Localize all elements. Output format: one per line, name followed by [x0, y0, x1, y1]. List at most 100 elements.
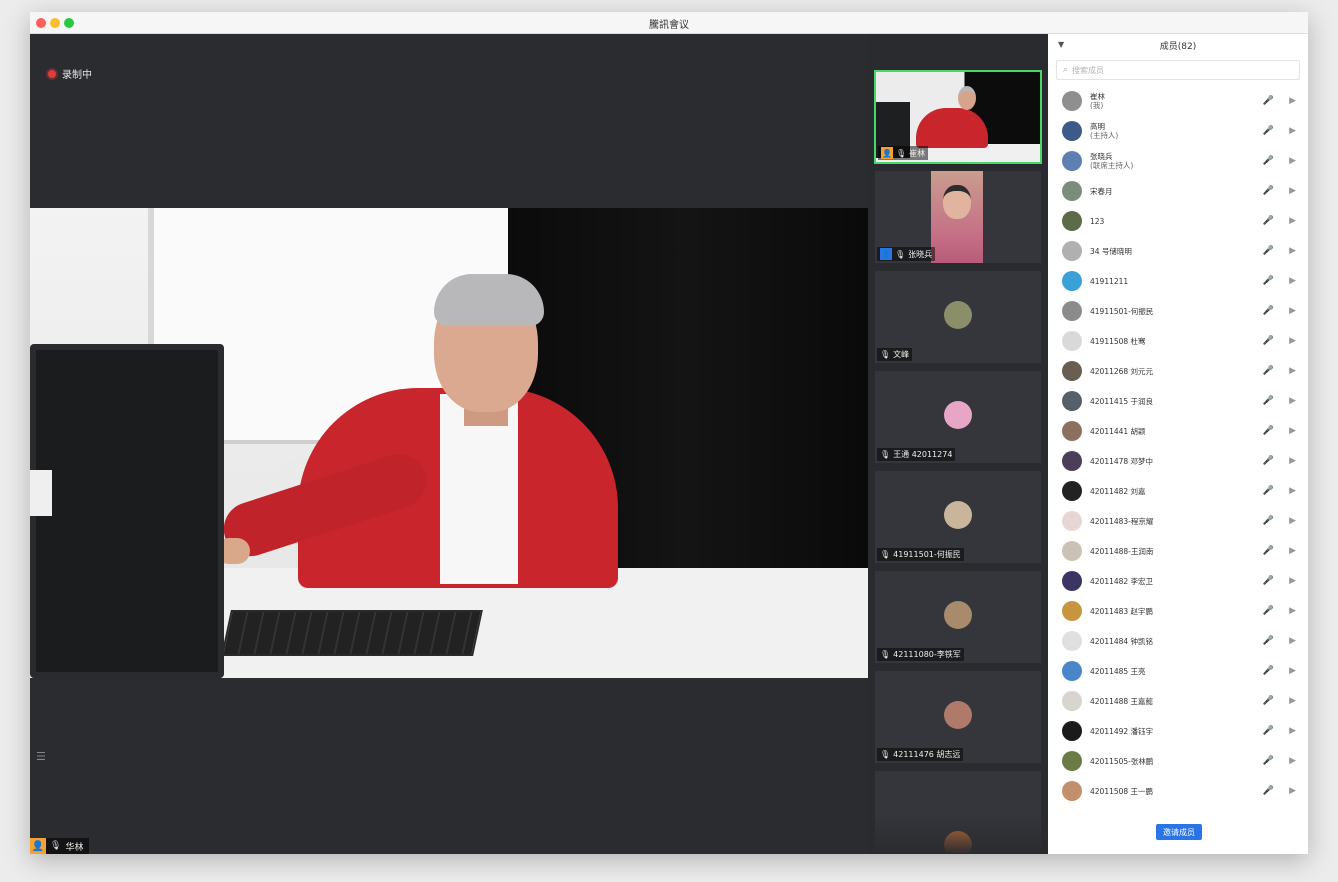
- member-search[interactable]: ⌕: [1056, 60, 1300, 80]
- camera-icon[interactable]: ▶: [1289, 396, 1296, 406]
- mic-muted-icon[interactable]: 🎤: [1263, 546, 1274, 556]
- video-tile-5[interactable]: 🎙 41911501-何振民: [874, 470, 1042, 564]
- camera-icon[interactable]: ▶: [1289, 156, 1296, 166]
- camera-icon[interactable]: ▶: [1289, 666, 1296, 676]
- video-tile-3[interactable]: 🎙 文峰: [874, 270, 1042, 364]
- member-row[interactable]: 42011415 于润良 🎤 ▶: [1048, 386, 1308, 416]
- search-input[interactable]: [1072, 65, 1273, 75]
- camera-icon[interactable]: ▶: [1289, 546, 1296, 556]
- mic-muted-icon[interactable]: 🎤: [1263, 396, 1274, 406]
- mic-muted-icon[interactable]: 🎤: [1263, 96, 1274, 106]
- camera-icon[interactable]: ▶: [1289, 606, 1296, 616]
- avatar: [944, 701, 972, 729]
- member-row[interactable]: 41911501-何振民 🎤 ▶: [1048, 296, 1308, 326]
- video-tile-6[interactable]: 🎙 42111080-李铁军: [874, 570, 1042, 664]
- mic-muted-icon[interactable]: 🎤: [1263, 516, 1274, 526]
- avatar: [1062, 691, 1082, 711]
- member-row[interactable]: 崔林 (我) 🎤 ▶: [1048, 86, 1308, 116]
- video-tile-2[interactable]: 👤 🎙 张晓兵: [874, 170, 1042, 264]
- video-tile-4[interactable]: 🎙 王通 42011274: [874, 370, 1042, 464]
- camera-icon[interactable]: ▶: [1289, 456, 1296, 466]
- mic-muted-icon[interactable]: 🎤: [1263, 486, 1274, 496]
- camera-icon[interactable]: ▶: [1289, 426, 1296, 436]
- mic-muted-icon[interactable]: 🎤: [1263, 426, 1274, 436]
- mic-active-icon[interactable]: 🎤: [1263, 186, 1274, 196]
- member-row[interactable]: 42011482 李宏卫 🎤 ▶: [1048, 566, 1308, 596]
- tile-nametag: 🎙 文峰: [877, 348, 913, 361]
- member-row[interactable]: 张晓兵 (联席主持人) 🎤 ▶: [1048, 146, 1308, 176]
- mic-muted-icon[interactable]: 🎤: [1263, 156, 1274, 166]
- avatar: [1062, 541, 1082, 561]
- member-row[interactable]: 41911211 🎤 ▶: [1048, 266, 1308, 296]
- camera-icon[interactable]: ▶: [1289, 576, 1296, 586]
- member-row[interactable]: 42011483-程京耀 🎤 ▶: [1048, 506, 1308, 536]
- member-row[interactable]: 高明 (主持人) 🎤 ▶: [1048, 116, 1308, 146]
- member-row[interactable]: 42011492 潘钰宇 🎤 ▶: [1048, 716, 1308, 746]
- camera-icon[interactable]: ▶: [1289, 246, 1296, 256]
- mic-muted-icon[interactable]: 🎤: [1263, 216, 1274, 226]
- member-row[interactable]: 34 号储晓明 🎤 ▶: [1048, 236, 1308, 266]
- camera-icon[interactable]: ▶: [1289, 486, 1296, 496]
- camera-icon[interactable]: ▶: [1289, 186, 1296, 196]
- camera-icon[interactable]: ▶: [1289, 306, 1296, 316]
- mic-muted-icon[interactable]: 🎤: [1263, 666, 1274, 676]
- camera-icon[interactable]: ▶: [1289, 366, 1296, 376]
- mic-muted-icon[interactable]: 🎤: [1263, 366, 1274, 376]
- mic-muted-icon[interactable]: 🎤: [1263, 276, 1274, 286]
- avatar: [1062, 751, 1082, 771]
- member-row[interactable]: 123 🎤 ▶: [1048, 206, 1308, 236]
- member-name: 张晓兵: [1090, 152, 1113, 161]
- camera-icon[interactable]: ▶: [1289, 726, 1296, 736]
- member-row[interactable]: 41911508 杜骞 🎤 ▶: [1048, 326, 1308, 356]
- camera-icon[interactable]: ▶: [1289, 96, 1296, 106]
- avatar: [1062, 511, 1082, 531]
- mic-muted-icon[interactable]: 🎤: [1263, 726, 1274, 736]
- member-row[interactable]: 42011268 刘元元 🎤 ▶: [1048, 356, 1308, 386]
- member-row[interactable]: 42011505-张林鹏 🎤 ▶: [1048, 746, 1308, 776]
- tile-name: 崔林: [909, 148, 926, 158]
- camera-icon[interactable]: ▶: [1289, 696, 1296, 706]
- mic-muted-icon[interactable]: 🎤: [1263, 246, 1274, 256]
- member-row[interactable]: 42011508 王一鹏 🎤 ▶: [1048, 776, 1308, 806]
- invite-button[interactable]: 邀请成员: [1156, 824, 1202, 840]
- member-row[interactable]: 42011482 刘嘉 🎤 ▶: [1048, 476, 1308, 506]
- mic-muted-icon[interactable]: 🎤: [1263, 696, 1274, 706]
- camera-icon[interactable]: ▶: [1289, 216, 1296, 226]
- list-menu-icon[interactable]: ☰: [36, 750, 48, 763]
- collapse-icon[interactable]: ▼: [1058, 40, 1064, 49]
- mic-muted-icon[interactable]: 🎤: [1263, 126, 1274, 136]
- mic-muted-icon[interactable]: 🎤: [1263, 606, 1274, 616]
- mic-muted-icon[interactable]: 🎤: [1263, 456, 1274, 466]
- avatar: [1062, 601, 1082, 621]
- main-speaker-video[interactable]: [30, 208, 868, 678]
- member-row[interactable]: 42011488 王嘉懿 🎤 ▶: [1048, 686, 1308, 716]
- member-row[interactable]: 42011483 赵宇鹏 🎤 ▶: [1048, 596, 1308, 626]
- mic-muted-icon[interactable]: 🎤: [1263, 576, 1274, 586]
- mic-muted-icon[interactable]: 🎤: [1263, 636, 1274, 646]
- member-row[interactable]: 42011478 邓梦中 🎤 ▶: [1048, 446, 1308, 476]
- video-tile-1[interactable]: 👤 🎙 崔林: [874, 70, 1042, 164]
- member-row[interactable]: 宋春月 🎤 ▶: [1048, 176, 1308, 206]
- camera-icon[interactable]: ▶: [1289, 276, 1296, 286]
- member-list: 崔林 (我) 🎤 ▶ 高明 (主持人) 🎤 ▶ 张晓兵 (联席主持人) 🎤 ▶ 宋春月 🎤 ▶ 123 🎤 ▶ 34…: [1048, 86, 1308, 816]
- camera-icon[interactable]: ▶: [1289, 756, 1296, 766]
- member-row[interactable]: 42011485 王亮 🎤 ▶: [1048, 656, 1308, 686]
- camera-icon[interactable]: ▶: [1289, 126, 1296, 136]
- mic-icon: 🎙: [880, 350, 891, 359]
- camera-icon[interactable]: ▶: [1289, 636, 1296, 646]
- video-tile-7[interactable]: 🎙 42111476 胡志远: [874, 670, 1042, 764]
- camera-icon[interactable]: ▶: [1289, 336, 1296, 346]
- camera-icon[interactable]: ▶: [1289, 516, 1296, 526]
- member-row[interactable]: 42011441 胡颖 🎤 ▶: [1048, 416, 1308, 446]
- member-name-block: 41911508 杜骞: [1090, 337, 1250, 346]
- member-row[interactable]: 42011488-王润南 🎤 ▶: [1048, 536, 1308, 566]
- member-name-block: 42011482 李宏卫: [1090, 577, 1250, 586]
- mic-muted-icon[interactable]: 🎤: [1263, 756, 1274, 766]
- mic-muted-icon[interactable]: 🎤: [1263, 306, 1274, 316]
- mic-muted-icon[interactable]: 🎤: [1263, 786, 1274, 796]
- mic-muted-icon[interactable]: 🎤: [1263, 336, 1274, 346]
- camera-icon[interactable]: ▶: [1289, 786, 1296, 796]
- main-stage: 录制中 ☰ 👤 🎙 华林: [30, 34, 868, 854]
- member-row[interactable]: 42011484 钟凯铭 🎤 ▶: [1048, 626, 1308, 656]
- tile-name: 42111476 胡志远: [893, 750, 961, 759]
